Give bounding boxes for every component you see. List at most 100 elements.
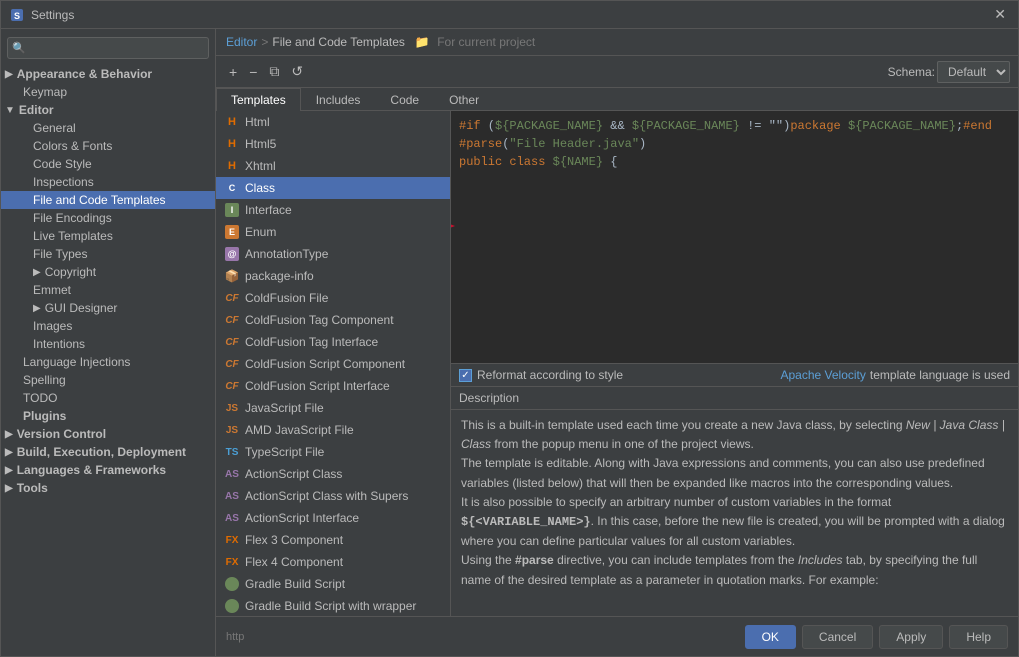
search-input[interactable]: [7, 37, 209, 59]
sidebar-item-copyright[interactable]: ▶ Copyright: [1, 263, 215, 281]
desc-includes-ref: Includes: [798, 553, 843, 567]
add-template-button[interactable]: +: [224, 61, 242, 83]
desc-text-2: from the popup menu in one of the projec…: [491, 437, 754, 451]
tab-other[interactable]: Other: [434, 88, 494, 111]
sidebar-item-emmet[interactable]: Emmet: [1, 281, 215, 299]
search-box[interactable]: 🔍: [7, 37, 209, 59]
sidebar-item-file-code-templates[interactable]: File and Code Templates: [1, 191, 215, 209]
amd-js-icon: JS: [224, 422, 240, 438]
sidebar-item-lang-injections[interactable]: Language Injections: [1, 353, 215, 371]
template-list: H Html H Html5 H Xhtml C Class: [216, 111, 451, 616]
template-item-as-class-supers[interactable]: AS ActionScript Class with Supers: [216, 485, 450, 507]
cancel-button[interactable]: Cancel: [802, 625, 873, 649]
template-item-cf-file[interactable]: CF ColdFusion File: [216, 287, 450, 309]
reformat-label: Reformat according to style: [477, 368, 623, 382]
sidebar-item-label: File and Code Templates: [33, 193, 166, 207]
sidebar-item-editor[interactable]: ▼ Editor: [1, 101, 215, 119]
desc-text-7: directive, you can include templates fro…: [554, 553, 798, 567]
sidebar-item-spelling[interactable]: Spelling: [1, 371, 215, 389]
template-item-interface[interactable]: I Interface: [216, 199, 450, 221]
ok-button[interactable]: OK: [745, 625, 796, 649]
template-item-gradle-wrapper[interactable]: Gradle Build Script with wrapper: [216, 595, 450, 616]
sidebar-item-live-templates[interactable]: Live Templates: [1, 227, 215, 245]
reformat-checkbox[interactable]: ✓: [459, 369, 472, 382]
template-item-js-file[interactable]: JS JavaScript File: [216, 397, 450, 419]
template-item-enum[interactable]: E Enum: [216, 221, 450, 243]
sidebar-item-label: Tools: [17, 481, 48, 495]
template-item-flex4[interactable]: FX Flex 4 Component: [216, 551, 450, 573]
template-item-label: Gradle Build Script with wrapper: [245, 599, 416, 613]
sidebar-item-tools[interactable]: ▶ Tools: [1, 479, 215, 497]
template-item-html5[interactable]: H Html5: [216, 133, 450, 155]
cf-script-interface-icon: CF: [224, 378, 240, 394]
sidebar-item-intentions[interactable]: Intentions: [1, 335, 215, 353]
editor-pane: #if (${PACKAGE_NAME} && ${PACKAGE_NAME} …: [451, 111, 1018, 616]
sidebar-item-languages-frameworks[interactable]: ▶ Languages & Frameworks: [1, 461, 215, 479]
template-item-html[interactable]: H Html: [216, 111, 450, 133]
xhtml-icon: H: [224, 158, 240, 174]
sidebar-item-gui-designer[interactable]: ▶ GUI Designer: [1, 299, 215, 317]
gradle-wrapper-icon: [224, 598, 240, 614]
template-item-label: AnnotationType: [245, 247, 328, 261]
description-pane: Description This is a built-in template …: [451, 386, 1018, 616]
sidebar-item-file-encodings[interactable]: File Encodings: [1, 209, 215, 227]
template-item-cf-tag-interface[interactable]: CF ColdFusion Tag Interface: [216, 331, 450, 353]
template-item-ts-file[interactable]: TS TypeScript File: [216, 441, 450, 463]
help-button[interactable]: Help: [949, 625, 1008, 649]
sidebar-item-code-style[interactable]: Code Style: [1, 155, 215, 173]
sidebar-item-appearance[interactable]: ▶ Appearance & Behavior: [1, 65, 215, 83]
sidebar-item-label: Copyright: [45, 265, 96, 279]
template-item-gradle-build[interactable]: Gradle Build Script: [216, 573, 450, 595]
template-item-xhtml[interactable]: H Xhtml: [216, 155, 450, 177]
tab-templates[interactable]: Templates: [216, 88, 301, 111]
template-item-label: ActionScript Interface: [245, 511, 359, 525]
template-item-flex3[interactable]: FX Flex 3 Component: [216, 529, 450, 551]
sidebar-item-keymap[interactable]: Keymap: [1, 83, 215, 101]
template-item-as-class[interactable]: AS ActionScript Class: [216, 463, 450, 485]
template-item-label: ColdFusion Script Component: [245, 357, 405, 371]
sidebar-item-colors-fonts[interactable]: Colors & Fonts: [1, 137, 215, 155]
expand-arrow: ▼: [5, 105, 15, 116]
template-item-cf-script-component[interactable]: CF ColdFusion Script Component: [216, 353, 450, 375]
sidebar-item-plugins[interactable]: Plugins: [1, 407, 215, 425]
template-item-label: Gradle Build Script: [245, 577, 345, 591]
template-item-annotation[interactable]: @ AnnotationType: [216, 243, 450, 265]
template-item-label: Flex 3 Component: [245, 533, 343, 547]
sidebar-item-label: Language Injections: [23, 355, 130, 369]
template-item-cf-tag-component[interactable]: CF ColdFusion Tag Component: [216, 309, 450, 331]
desc-text-3: The template is editable. Along with Jav…: [461, 456, 985, 489]
template-item-class[interactable]: C Class: [216, 177, 450, 199]
sidebar-item-label: Emmet: [33, 283, 71, 297]
main-content: 🔍 ▶ Appearance & Behavior Keymap ▼ Edito…: [1, 29, 1018, 656]
template-item-cf-script-interface[interactable]: CF ColdFusion Script Interface: [216, 375, 450, 397]
reset-template-button[interactable]: ↺: [286, 60, 308, 83]
apache-velocity-link[interactable]: Apache Velocity: [781, 368, 866, 382]
sidebar-item-build-execution[interactable]: ▶ Build, Execution, Deployment: [1, 443, 215, 461]
sidebar-item-version-control[interactable]: ▶ Version Control: [1, 425, 215, 443]
sidebar-item-label: Appearance & Behavior: [17, 67, 152, 81]
sidebar-item-inspections[interactable]: Inspections: [1, 173, 215, 191]
sidebar-item-label: Live Templates: [33, 229, 113, 243]
breadcrumb-editor[interactable]: Editor: [226, 35, 257, 49]
sidebar-item-general[interactable]: General: [1, 119, 215, 137]
tab-includes[interactable]: Includes: [301, 88, 376, 111]
tab-code[interactable]: Code: [375, 88, 434, 111]
sidebar-item-label: Version Control: [17, 427, 106, 441]
template-item-package-info[interactable]: 📦 package-info: [216, 265, 450, 287]
template-item-amd-js[interactable]: JS AMD JavaScript File: [216, 419, 450, 441]
code-editor[interactable]: #if (${PACKAGE_NAME} && ${PACKAGE_NAME} …: [451, 111, 1018, 363]
gradle-icon: [224, 576, 240, 592]
template-item-as-interface[interactable]: AS ActionScript Interface: [216, 507, 450, 529]
settings-window: S Settings ✕ 🔍 ▶ Appearance & Behavior K…: [0, 0, 1019, 657]
sidebar-item-images[interactable]: Images: [1, 317, 215, 335]
svg-text:S: S: [14, 11, 20, 21]
schema-select[interactable]: Default Project: [937, 61, 1010, 83]
copy-template-button[interactable]: ⧉: [264, 60, 284, 83]
sidebar-item-todo[interactable]: TODO: [1, 389, 215, 407]
sidebar-item-file-types[interactable]: File Types: [1, 245, 215, 263]
close-button[interactable]: ✕: [990, 6, 1010, 23]
remove-template-button[interactable]: −: [244, 61, 262, 83]
apply-button[interactable]: Apply: [879, 625, 943, 649]
title-bar: S Settings ✕: [1, 1, 1018, 29]
interface-icon: I: [224, 202, 240, 218]
